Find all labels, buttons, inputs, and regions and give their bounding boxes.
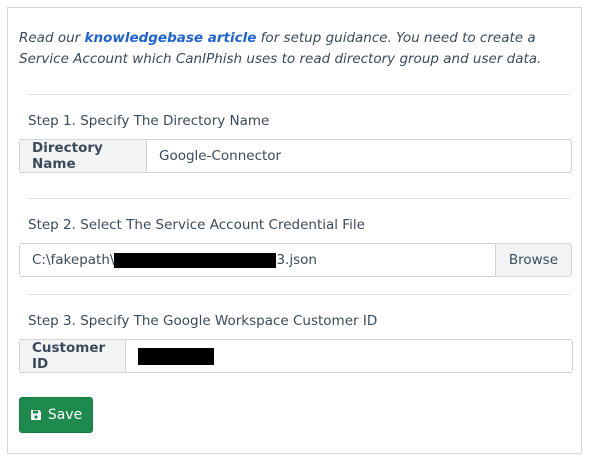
credential-file-input[interactable]: C:\fakepath\ 3.json [20,244,495,276]
save-button-label: Save [47,407,83,423]
step1-heading: Step 1. Specify The Directory Name [28,113,270,129]
directory-name-input[interactable]: Google-Connector [147,140,571,172]
directory-name-label: Directory Name [20,140,147,172]
divider [28,198,570,199]
save-button[interactable]: Save [19,397,93,433]
directory-name-group: Directory Name Google-Connector [19,139,572,173]
redaction-bar [114,252,277,268]
divider [28,94,570,95]
customer-id-label: Customer ID [20,340,126,372]
customer-id-input[interactable] [126,340,572,372]
knowledgebase-link[interactable]: knowledgebase article [84,30,256,46]
setup-panel: Read our knowledgebase article for setup… [7,7,582,454]
browse-button[interactable]: Browse [494,244,571,276]
intro-text: Read our knowledgebase article for setup… [19,30,542,67]
floppy-disk-icon [30,410,41,420]
divider [28,294,570,295]
redaction-bar [138,347,214,365]
credential-file-group: C:\fakepath\ 3.json Browse [19,243,572,277]
step2-heading: Step 2. Select The Service Account Crede… [28,217,365,233]
customer-id-group: Customer ID [19,339,573,373]
step3-heading: Step 3. Specify The Google Workspace Cus… [28,313,378,329]
